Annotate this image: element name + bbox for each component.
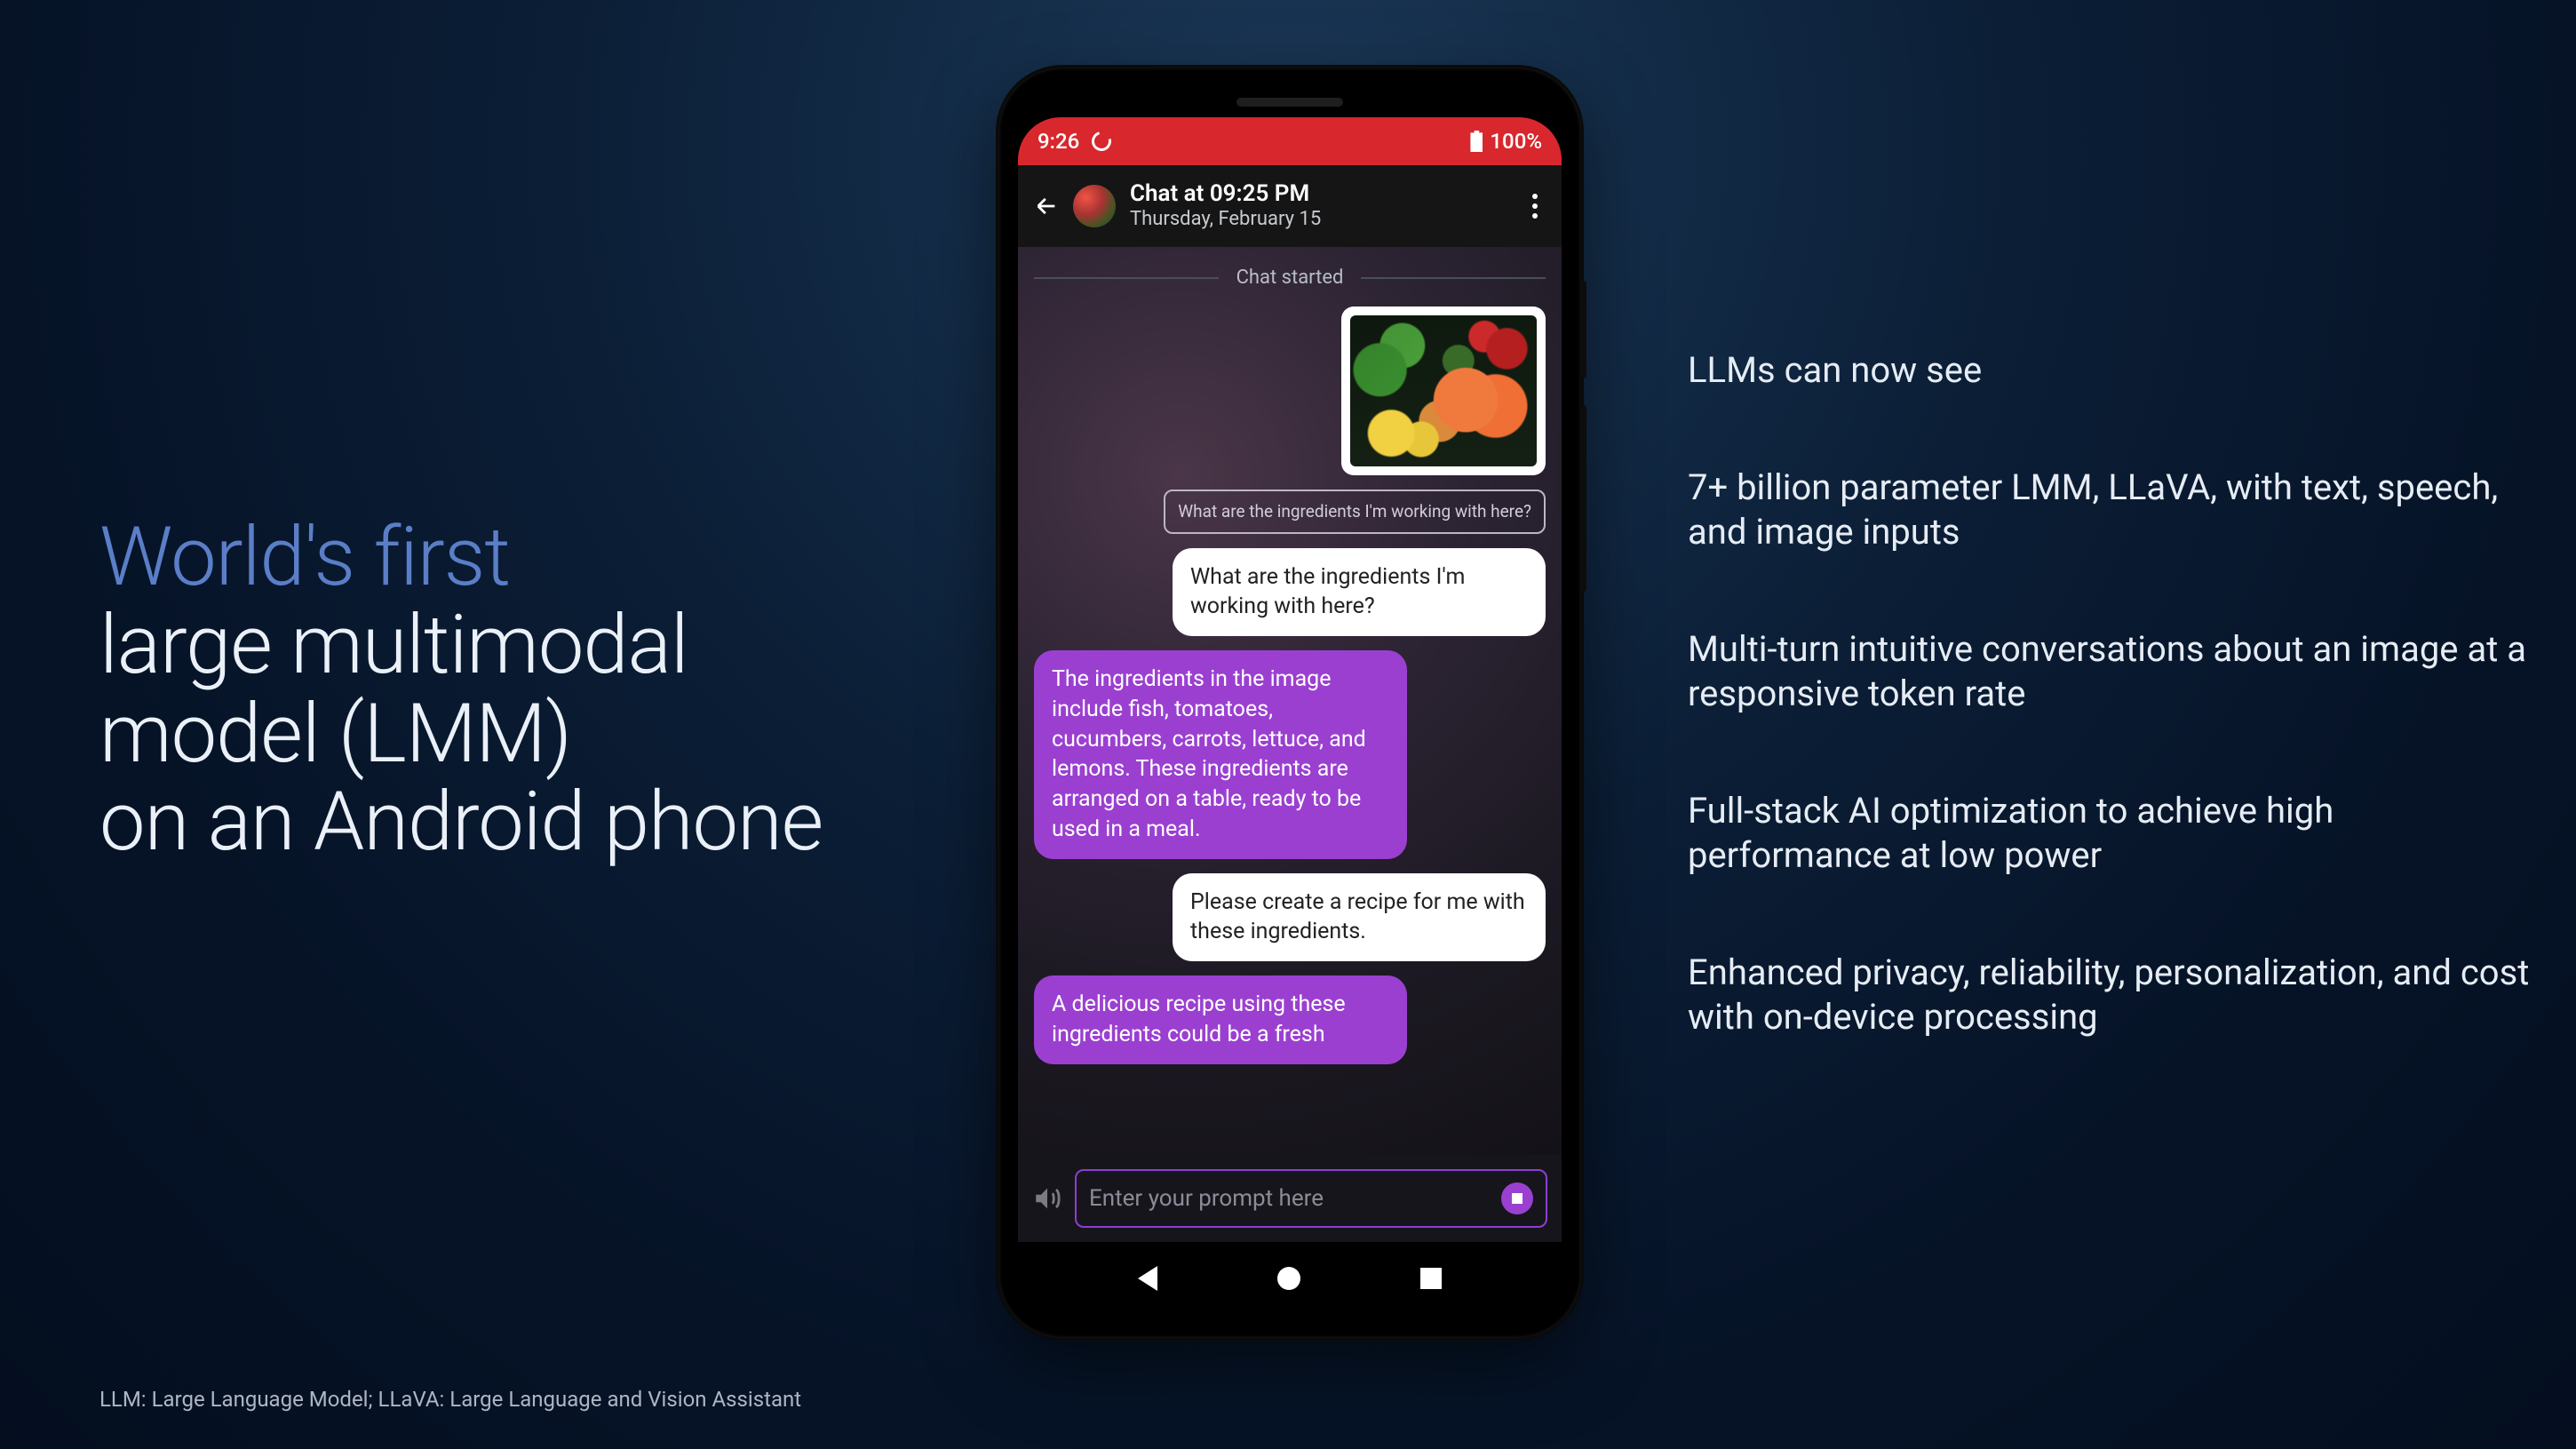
phone-speaker xyxy=(1236,98,1343,107)
overflow-menu-icon[interactable] xyxy=(1524,194,1546,219)
assistant-message-bubble: A delicious recipe using these ingredien… xyxy=(1034,975,1407,1064)
speaker-icon[interactable] xyxy=(1032,1183,1062,1214)
stop-icon xyxy=(1512,1193,1523,1204)
assistant-message-bubble: The ingredients in the image include fis… xyxy=(1034,650,1407,859)
avatar[interactable] xyxy=(1073,185,1116,227)
phone-side-button xyxy=(1581,405,1586,592)
title-accent: World's first xyxy=(99,510,510,605)
slide: World's first large multimodal model (LM… xyxy=(0,0,2576,1449)
status-battery: 100% xyxy=(1490,129,1542,154)
chat-body: Chat started What are the ingredients I'… xyxy=(1018,247,1562,1155)
prompt-placeholder: Enter your prompt here xyxy=(1089,1185,1324,1212)
message-row: What are the ingredients I'm working wit… xyxy=(1034,490,1546,534)
title-line-4: on an Android phone xyxy=(99,775,823,870)
android-nav-bar xyxy=(1018,1242,1562,1315)
chat-subtitle: Thursday, February 15 xyxy=(1130,208,1510,231)
bullet-item: LLMs can now see xyxy=(1688,348,2540,393)
bullet-item: 7+ billion parameter LMM, LLaVA, with te… xyxy=(1688,466,2540,554)
chat-titles: Chat at 09:25 PM Thursday, February 15 xyxy=(1130,180,1510,232)
user-message-bubble: What are the ingredients I'm working wit… xyxy=(1173,548,1546,637)
phone-device: 9:26 100% Chat at 09:25 PM Thursday, Feb… xyxy=(998,68,1581,1338)
footnote: LLM: Large Language Model; LLaVA: Large … xyxy=(99,1387,801,1412)
message-row: What are the ingredients I'm working wit… xyxy=(1034,548,1546,637)
nav-recent-icon[interactable] xyxy=(1420,1268,1442,1289)
stop-button[interactable] xyxy=(1501,1182,1533,1214)
bullets-list: LLMs can now see 7+ billion parameter LM… xyxy=(1688,348,2540,1039)
prompt-input[interactable]: Enter your prompt here xyxy=(1075,1169,1547,1228)
chat-title: Chat at 09:25 PM xyxy=(1130,180,1510,208)
title-line-2: large multimodal xyxy=(99,598,688,693)
image-attachment[interactable] xyxy=(1341,307,1546,475)
nav-home-icon[interactable] xyxy=(1277,1267,1300,1290)
message-row: Please create a recipe for me with these… xyxy=(1034,873,1546,962)
status-bar: 9:26 100% xyxy=(1018,117,1562,165)
bullet-item: Enhanced privacy, reliability, personali… xyxy=(1688,951,2540,1039)
app-indicator-icon xyxy=(1088,128,1115,155)
message-row: A delicious recipe using these ingredien… xyxy=(1034,975,1546,1064)
bullet-item: Full-stack AI optimization to achieve hi… xyxy=(1688,789,2540,878)
back-arrow-icon[interactable] xyxy=(1034,194,1059,219)
nav-back-icon[interactable] xyxy=(1138,1266,1157,1291)
battery-icon xyxy=(1470,131,1483,152)
title-block: World's first large multimodal model (LM… xyxy=(99,514,970,866)
message-row xyxy=(1034,307,1546,475)
user-message-bubble: Please create a recipe for me with these… xyxy=(1173,873,1546,962)
title-line-3: model (LMM) xyxy=(99,687,571,782)
app-bar: Chat at 09:25 PM Thursday, February 15 xyxy=(1018,165,1562,247)
ingredients-image xyxy=(1350,315,1537,466)
divider-label: Chat started xyxy=(1236,267,1344,289)
input-row: Enter your prompt here xyxy=(1018,1155,1562,1242)
chat-started-divider: Chat started xyxy=(1034,267,1546,289)
bullet-item: Multi-turn intuitive conversations about… xyxy=(1688,627,2540,716)
quoted-prompt-bubble: What are the ingredients I'm working wit… xyxy=(1164,490,1546,534)
phone-screen: 9:26 100% Chat at 09:25 PM Thursday, Feb… xyxy=(1018,117,1562,1315)
status-time: 9:26 xyxy=(1038,129,1079,154)
phone-side-button xyxy=(1581,281,1586,378)
message-row: The ingredients in the image include fis… xyxy=(1034,650,1546,859)
